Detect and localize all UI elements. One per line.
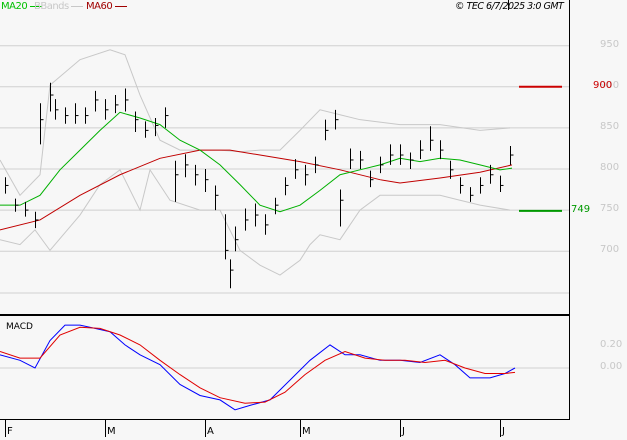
x-tick-label: F	[7, 426, 13, 437]
chart-canvas	[0, 0, 570, 437]
x-tick-label: J	[402, 426, 405, 437]
x-tick-label: J	[502, 426, 505, 437]
support-label: 749	[571, 203, 591, 215]
stock-chart: MA20 BBands MA60 © TEC 6/7/2025 3:0 GMT …	[0, 0, 627, 440]
legend-bbands-label: BBands	[34, 1, 69, 12]
y-tick-label: 850	[600, 120, 620, 132]
macd-tick-label: 0.20	[600, 339, 623, 350]
legend-ma60-label: MA60	[86, 1, 113, 12]
y-tick-label: 700	[600, 244, 620, 256]
x-tick-label: M	[302, 426, 311, 437]
y-tick-label: 950	[600, 38, 620, 50]
bb-upper-line	[0, 49, 511, 197]
macd-tick-label: 0.00	[600, 361, 623, 372]
copyright: © TEC 6/7/2025 3:0 GMT	[455, 1, 564, 12]
macd-title: MACD	[6, 322, 33, 332]
y-tick-label: 750	[600, 203, 620, 215]
x-tick-label: A	[207, 426, 214, 437]
legend-bbands: BBands	[34, 1, 84, 12]
legend-ma60: MA60	[86, 1, 127, 12]
legend-ma20-label: MA20	[1, 1, 28, 12]
resistance-label: 900	[593, 79, 613, 91]
y-tick-label: 800	[600, 162, 620, 173]
x-tick-label: M	[107, 426, 116, 437]
signal-line	[0, 326, 516, 404]
macd-line	[0, 324, 516, 411]
